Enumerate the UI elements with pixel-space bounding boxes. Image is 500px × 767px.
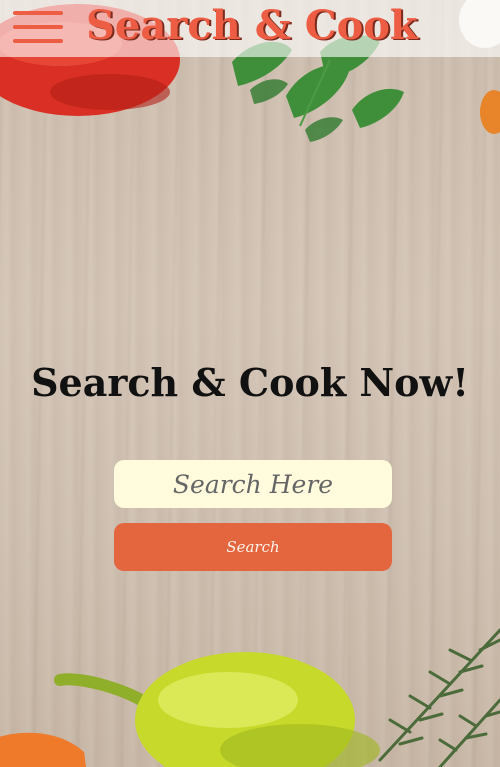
hamburger-menu-icon[interactable]: [13, 9, 63, 45]
search-input[interactable]: [114, 460, 392, 508]
page: Search & Cook Search & Cook Now! Search: [0, 0, 500, 767]
menu-bar: [13, 39, 63, 43]
app-header: Search & Cook: [0, 0, 500, 57]
page-title: Search & Cook Now!: [31, 360, 469, 405]
search-button[interactable]: Search: [114, 523, 392, 571]
brand-title[interactable]: Search & Cook: [86, 2, 418, 50]
menu-bar: [13, 11, 63, 15]
menu-bar: [13, 25, 63, 29]
